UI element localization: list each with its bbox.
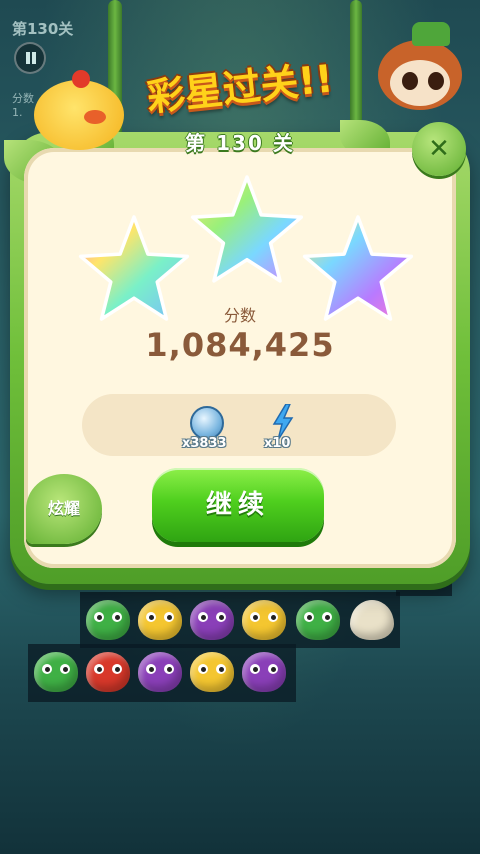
rainbow-star-icon — [78, 215, 190, 321]
owl-piece[interactable] — [242, 652, 286, 692]
owl-piece[interactable] — [190, 600, 234, 640]
close-button[interactable]: ✕ — [412, 122, 466, 176]
fox-piece[interactable] — [86, 652, 130, 692]
rainbow-star-icon — [190, 175, 304, 283]
chick-piece[interactable] — [138, 600, 182, 640]
score-value: 1,084,425 — [145, 326, 335, 364]
egg-piece[interactable] — [350, 600, 394, 640]
reward-box — [82, 394, 396, 456]
frog-piece[interactable] — [34, 652, 78, 692]
rainbow-star-icon — [302, 215, 414, 321]
chick-piece[interactable] — [190, 652, 234, 692]
frog-piece[interactable] — [86, 600, 130, 640]
raccoon-mascot — [372, 18, 468, 128]
level-label: 第 130 关 — [185, 131, 295, 155]
frog-piece[interactable] — [296, 600, 340, 640]
chicken-mascot — [34, 70, 124, 150]
chick-piece[interactable] — [242, 600, 286, 640]
lightning-icon — [272, 404, 294, 440]
score-label: 分数 — [223, 306, 256, 325]
continue-button[interactable]: 继续 — [152, 468, 324, 542]
coin-icon — [190, 406, 224, 440]
show-off-button[interactable]: 炫耀 — [26, 474, 102, 544]
owl-piece[interactable] — [138, 652, 182, 692]
coin-reward-amount: x3833 — [182, 436, 227, 451]
lightning-reward-amount: x10 — [264, 436, 291, 451]
